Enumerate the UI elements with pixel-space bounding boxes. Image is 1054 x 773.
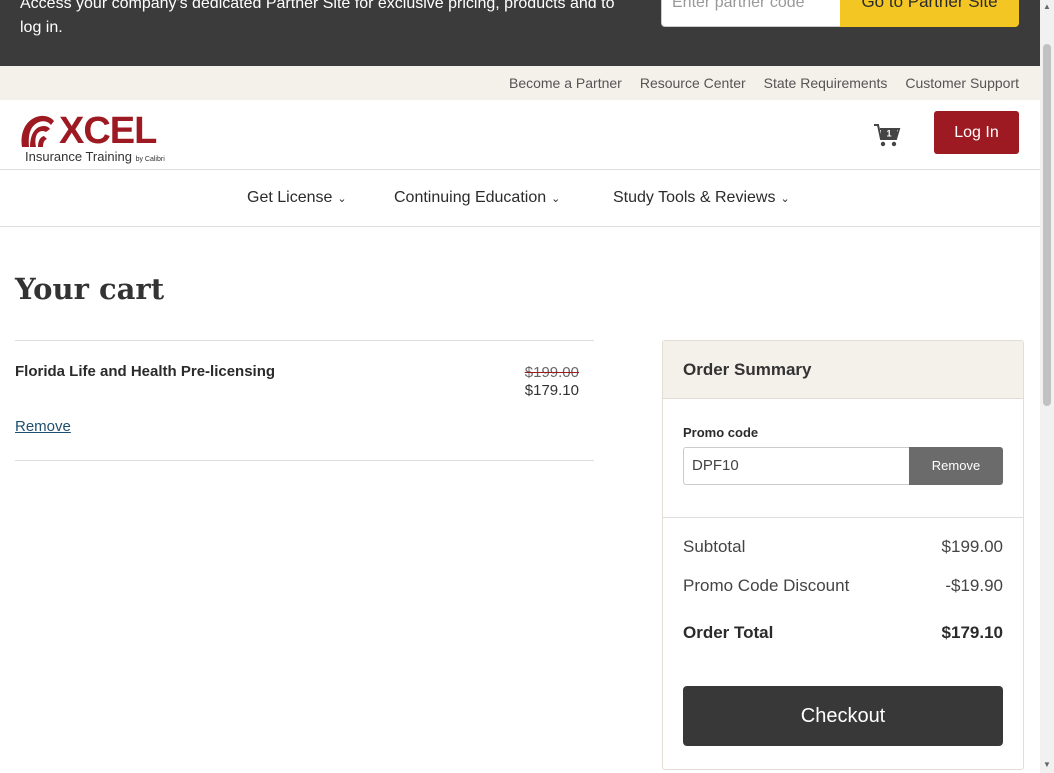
scroll-thumb[interactable] <box>1043 44 1051 406</box>
cart-item: Florida Life and Health Pre-licensing $1… <box>15 340 594 461</box>
utility-bar: Become a Partner Resource Center State R… <box>0 66 1040 100</box>
chevron-down-icon: ⌄ <box>337 193 347 205</box>
resource-center-link[interactable]: Resource Center <box>640 75 746 91</box>
shopping-cart-icon: 1 <box>874 124 901 147</box>
go-to-partner-site-button[interactable]: Go to Partner Site <box>840 0 1019 27</box>
logo-wordmark: XCEL <box>59 110 157 152</box>
remove-item-link[interactable]: Remove <box>15 418 71 435</box>
utility-links: Become a Partner Resource Center State R… <box>509 66 1019 100</box>
page-scrollbar[interactable]: ▲ ▼ <box>1040 0 1054 773</box>
subtotal-row: Subtotal $199.00 <box>683 537 1003 557</box>
checkout-button[interactable]: Checkout <box>683 686 1003 746</box>
main-nav: Get License ⌄ Continuing Education ⌄ Study… <box>0 170 1040 227</box>
become-partner-link[interactable]: Become a Partner <box>509 75 622 91</box>
chevron-down-icon: ⌄ <box>551 193 561 205</box>
nav-label: Continuing Education <box>394 189 547 206</box>
item-original-price: $199.00 <box>524 364 579 381</box>
page-title: Your cart <box>15 272 165 306</box>
subtotal-label: Subtotal <box>683 537 746 556</box>
chevron-down-icon: ⌄ <box>780 193 790 205</box>
discount-value: -$19.90 <box>945 576 1003 595</box>
nav-label: Study Tools & Reviews <box>613 189 776 206</box>
nav-continuing-education[interactable]: Continuing Education ⌄ <box>394 170 560 227</box>
discount-row: Promo Code Discount -$19.90 <box>683 576 1003 596</box>
discount-label: Promo Code Discount <box>683 576 850 595</box>
logo-subtitle: Insurance Training by Calibri <box>25 149 165 164</box>
horse-head-icon <box>21 115 54 147</box>
subtotal-value: $199.00 <box>941 537 1003 556</box>
order-total-row: Order Total $179.10 <box>683 623 1003 643</box>
nav-study-tools[interactable]: Study Tools & Reviews ⌄ <box>613 170 790 227</box>
item-sale-price: $179.10 <box>524 382 579 399</box>
order-total-label: Order Total <box>683 623 774 642</box>
cart-count-badge: 1 <box>886 129 891 139</box>
partner-banner-text: Access your company's dedicated Partner … <box>20 0 615 36</box>
state-requirements-link[interactable]: State Requirements <box>764 75 888 91</box>
promo-code-label: Promo code <box>683 425 759 440</box>
cart-button[interactable]: 1 <box>873 122 901 148</box>
remove-promo-button[interactable]: Remove <box>909 447 1003 485</box>
order-summary-title: Order Summary <box>663 341 1023 399</box>
customer-support-link[interactable]: Customer Support <box>905 75 1019 91</box>
summary-divider <box>663 517 1023 518</box>
promo-code-input[interactable]: DPF10 <box>683 447 910 485</box>
nav-get-license[interactable]: Get License ⌄ <box>247 170 347 227</box>
xcel-logo[interactable]: XCEL Insurance Training by Calibri <box>18 111 170 167</box>
scroll-down-arrow-icon[interactable]: ▼ <box>1043 760 1051 769</box>
nav-label: Get License <box>247 189 333 206</box>
order-total-value: $179.10 <box>941 623 1003 642</box>
scroll-up-arrow-icon[interactable]: ▲ <box>1043 2 1051 11</box>
site-header: XCEL Insurance Training by Calibri 1 Log… <box>0 100 1040 170</box>
item-name: Florida Life and Health Pre-licensing <box>15 363 276 380</box>
partner-banner: Access your company's dedicated Partner … <box>0 0 1040 66</box>
partner-code-input[interactable]: Enter partner code <box>661 0 841 27</box>
order-summary: Order Summary Promo code DPF10 Remove Su… <box>662 340 1024 770</box>
login-button[interactable]: Log In <box>934 111 1019 154</box>
